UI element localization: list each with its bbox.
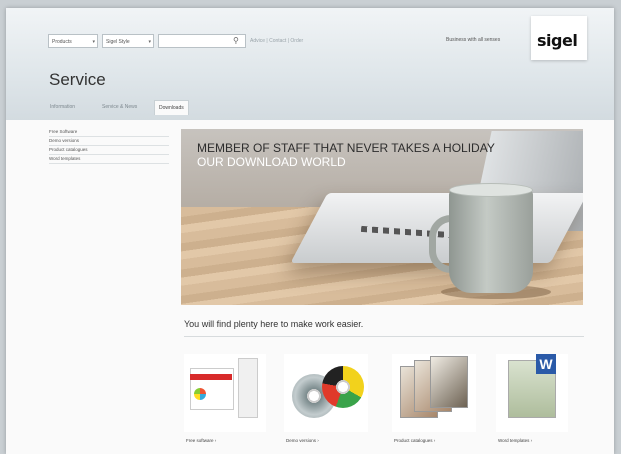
browser-page: Products ▾ Sigel Style ▾ ⚲ Advice | Cont…: [6, 8, 614, 454]
word-templates-link[interactable]: Word templates ›: [498, 438, 532, 443]
word-icon: W: [536, 354, 556, 374]
chevron-down-icon: ▾: [148, 39, 151, 45]
mug-rim: [449, 183, 533, 197]
free-software-link[interactable]: Free software ›: [186, 438, 216, 443]
slogan: Business with all senses: [446, 37, 501, 43]
product-select[interactable]: Products ▾: [48, 34, 98, 48]
tab-downloads[interactable]: Downloads: [154, 100, 189, 115]
site-header: Products ▾ Sigel Style ▾ ⚲ Advice | Cont…: [6, 8, 614, 120]
software-sidebar-image: [238, 358, 258, 418]
tab-service-news[interactable]: Service & News: [98, 100, 141, 114]
tab-information[interactable]: Information: [46, 100, 79, 114]
page-title: Service: [49, 70, 106, 89]
product-catalogues-link[interactable]: Product catalogues ›: [394, 438, 435, 443]
product-select-value: Products: [52, 39, 72, 45]
divider: [184, 336, 584, 337]
sidebar-nav: Free Software Demo versions Product cata…: [49, 128, 169, 164]
hero-headline: MEMBER OF STAFF THAT NEVER TAKES A HOLID…: [197, 141, 495, 155]
tagline: You will find plenty here to make work e…: [184, 319, 364, 329]
search-icon[interactable]: ⚲: [233, 36, 239, 45]
sidebar-item-free-software[interactable]: Free Software: [49, 128, 169, 137]
word-templates-thumbnail[interactable]: W: [496, 354, 568, 432]
brand-select[interactable]: Sigel Style ▾: [102, 34, 154, 48]
catalogue-cover-image: [430, 356, 468, 408]
sidebar-item-demo-versions[interactable]: Demo versions: [49, 137, 169, 146]
hero-banner: MEMBER OF STAFF THAT NEVER TAKES A HOLID…: [181, 129, 583, 305]
logo-text: sigel: [537, 31, 578, 50]
sidebar-item-product-catalogues[interactable]: Product catalogues: [49, 146, 169, 155]
brand-select-value: Sigel Style: [106, 39, 130, 45]
free-software-thumbnail[interactable]: [184, 354, 266, 432]
sigel-logo[interactable]: sigel: [531, 16, 587, 60]
hero-subheadline: OUR DOWNLOAD WORLD: [197, 155, 346, 169]
chevron-down-icon: ▾: [92, 39, 95, 45]
quick-links[interactable]: Advice | Contact | Order: [250, 38, 303, 44]
software-logo-image: [194, 388, 206, 400]
coffee-mug-image: [449, 183, 533, 293]
product-catalogues-thumbnail[interactable]: [392, 354, 476, 432]
demo-versions-link[interactable]: Demo versions ›: [286, 438, 319, 443]
sidebar-item-word-templates[interactable]: Word templates: [49, 155, 169, 164]
software-box-strip: [190, 374, 232, 380]
demo-versions-thumbnail[interactable]: [284, 354, 368, 432]
cd-colour-disc-image: [322, 366, 364, 408]
